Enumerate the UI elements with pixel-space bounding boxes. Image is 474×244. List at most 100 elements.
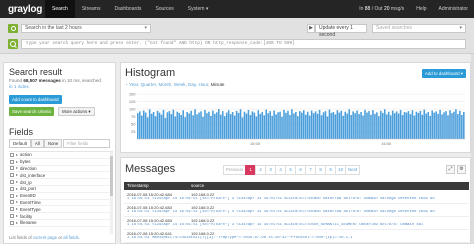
histogram-bar[interactable] xyxy=(299,111,301,139)
field-item[interactable]: filename xyxy=(9,220,113,227)
histogram-bar[interactable] xyxy=(391,110,394,140)
field-item[interactable]: EventTime xyxy=(9,200,113,207)
search-button[interactable] xyxy=(8,39,18,49)
histogram-bar[interactable] xyxy=(304,114,307,139)
histogram-bar[interactable] xyxy=(330,112,333,139)
histogram-bar[interactable] xyxy=(138,111,141,139)
histogram-bar[interactable] xyxy=(245,113,248,140)
histogram-bar[interactable] xyxy=(223,116,226,139)
histogram-bar[interactable] xyxy=(427,112,430,139)
caret-right-icon[interactable] xyxy=(16,181,18,184)
histogram-bar[interactable] xyxy=(259,113,262,139)
caret-right-icon[interactable] xyxy=(16,160,18,163)
histogram-bar[interactable] xyxy=(308,115,311,139)
more-actions-button[interactable]: More actions ▾ xyxy=(58,107,95,116)
add-count-to-dashboard-button[interactable]: Add count to dashboard xyxy=(9,95,62,104)
histogram-bar[interactable] xyxy=(196,114,198,139)
histogram-bar[interactable] xyxy=(334,114,337,139)
field-item[interactable]: bytes xyxy=(9,159,113,166)
caret-right-icon[interactable] xyxy=(16,174,18,177)
caret-right-icon[interactable] xyxy=(16,167,18,170)
histogram-bar[interactable] xyxy=(346,113,349,140)
checkbox[interactable] xyxy=(10,152,14,157)
graylog-logo[interactable]: graylog xyxy=(0,0,45,18)
histogram-bar[interactable] xyxy=(405,112,408,139)
histogram-bar[interactable] xyxy=(176,111,179,139)
histogram-bar[interactable] xyxy=(387,111,390,139)
refresh-interval-select[interactable]: Update every 1 second xyxy=(315,24,367,38)
histogram-bar[interactable] xyxy=(395,111,398,139)
histogram-bar[interactable] xyxy=(419,110,422,139)
histogram-bar[interactable] xyxy=(429,115,432,139)
histogram-bar[interactable] xyxy=(350,115,352,139)
histogram-bar[interactable] xyxy=(358,114,360,139)
nav-dashboards[interactable]: Dashboards xyxy=(107,0,148,18)
caret-right-icon[interactable] xyxy=(16,221,18,224)
histogram-bar[interactable] xyxy=(332,112,335,139)
histogram-bar[interactable] xyxy=(208,111,210,139)
field-item[interactable]: dst_interface xyxy=(9,172,113,180)
histogram-bar[interactable] xyxy=(279,111,281,139)
caret-right-icon[interactable] xyxy=(16,208,18,211)
resolution-month[interactable]: Month xyxy=(158,82,171,87)
tab-all[interactable]: All xyxy=(30,139,44,148)
histogram-bar[interactable] xyxy=(314,111,317,139)
field-item[interactable]: direction xyxy=(9,166,113,173)
caret-right-icon[interactable] xyxy=(16,194,18,197)
histogram-bar[interactable] xyxy=(368,111,370,139)
histogram-bar[interactable] xyxy=(164,118,167,139)
histogram-bar[interactable] xyxy=(285,112,287,139)
histogram-bar[interactable] xyxy=(221,111,224,139)
histogram-bar[interactable] xyxy=(382,112,384,139)
checkbox[interactable] xyxy=(10,207,14,212)
checkbox[interactable] xyxy=(10,173,14,178)
histogram-bar[interactable] xyxy=(154,116,157,139)
pager-next[interactable]: Next xyxy=(345,165,361,175)
resolution-quarter[interactable]: Quarter xyxy=(141,82,156,87)
histogram-bar[interactable] xyxy=(409,114,412,139)
histogram-bar[interactable] xyxy=(235,110,238,139)
saved-searches-select[interactable]: Saved searches ▾ xyxy=(372,24,466,33)
histogram-bar[interactable] xyxy=(322,112,325,139)
time-range-select[interactable]: Search in the last 2 hours ▾ xyxy=(21,24,151,33)
resolution-hour[interactable]: Hour xyxy=(198,82,208,87)
histogram-bar[interactable] xyxy=(225,112,228,139)
histogram-bar[interactable] xyxy=(204,109,206,139)
column-timestamp[interactable]: Timestamp xyxy=(127,182,149,190)
histogram-bar[interactable] xyxy=(186,112,188,139)
checkbox[interactable] xyxy=(10,193,14,198)
caret-right-icon[interactable] xyxy=(16,187,18,190)
resolution-week[interactable]: Week xyxy=(174,82,186,87)
histogram-bar[interactable] xyxy=(439,109,441,139)
histogram-bar[interactable] xyxy=(219,114,222,139)
histogram-bar[interactable] xyxy=(140,115,143,139)
histogram-bar[interactable] xyxy=(233,115,236,139)
histogram-bar[interactable] xyxy=(348,109,350,139)
pager-previous[interactable]: Previous xyxy=(223,165,247,175)
histogram-bar[interactable] xyxy=(397,113,400,140)
histogram-bar[interactable] xyxy=(441,114,443,139)
expand-icon[interactable]: ⤢ xyxy=(446,165,455,174)
histogram-bar[interactable] xyxy=(362,115,364,139)
message-row[interactable]: 2016-07-08 15:20:42.683 192.168.0.22 1 1… xyxy=(124,205,469,217)
nav-streams[interactable]: Streams xyxy=(75,0,108,18)
nav-sources[interactable]: Sources xyxy=(148,0,180,18)
checkbox[interactable] xyxy=(10,166,14,171)
histogram-bar[interactable] xyxy=(417,112,420,139)
histogram-bar[interactable] xyxy=(326,116,329,140)
histogram-bar[interactable] xyxy=(216,112,218,139)
histogram-bar[interactable] xyxy=(372,110,374,139)
field-list-scrollbar[interactable] xyxy=(110,152,113,234)
histogram-bar[interactable] xyxy=(231,112,234,139)
histogram-bar[interactable] xyxy=(289,115,291,139)
histogram-bar[interactable] xyxy=(364,109,366,139)
histogram-bar[interactable] xyxy=(443,112,445,139)
histogram-bar[interactable] xyxy=(445,111,447,139)
message-row[interactable]: 2016-07-08 15:20:42.684 192.168.0.22 1 1… xyxy=(124,192,469,204)
histogram-bar[interactable] xyxy=(433,112,435,139)
tab-default[interactable]: Default xyxy=(9,139,31,148)
caret-right-icon[interactable] xyxy=(16,201,18,204)
histogram-bar[interactable] xyxy=(293,113,295,140)
histogram-bar[interactable] xyxy=(383,109,386,139)
histogram-bar[interactable] xyxy=(174,116,177,140)
